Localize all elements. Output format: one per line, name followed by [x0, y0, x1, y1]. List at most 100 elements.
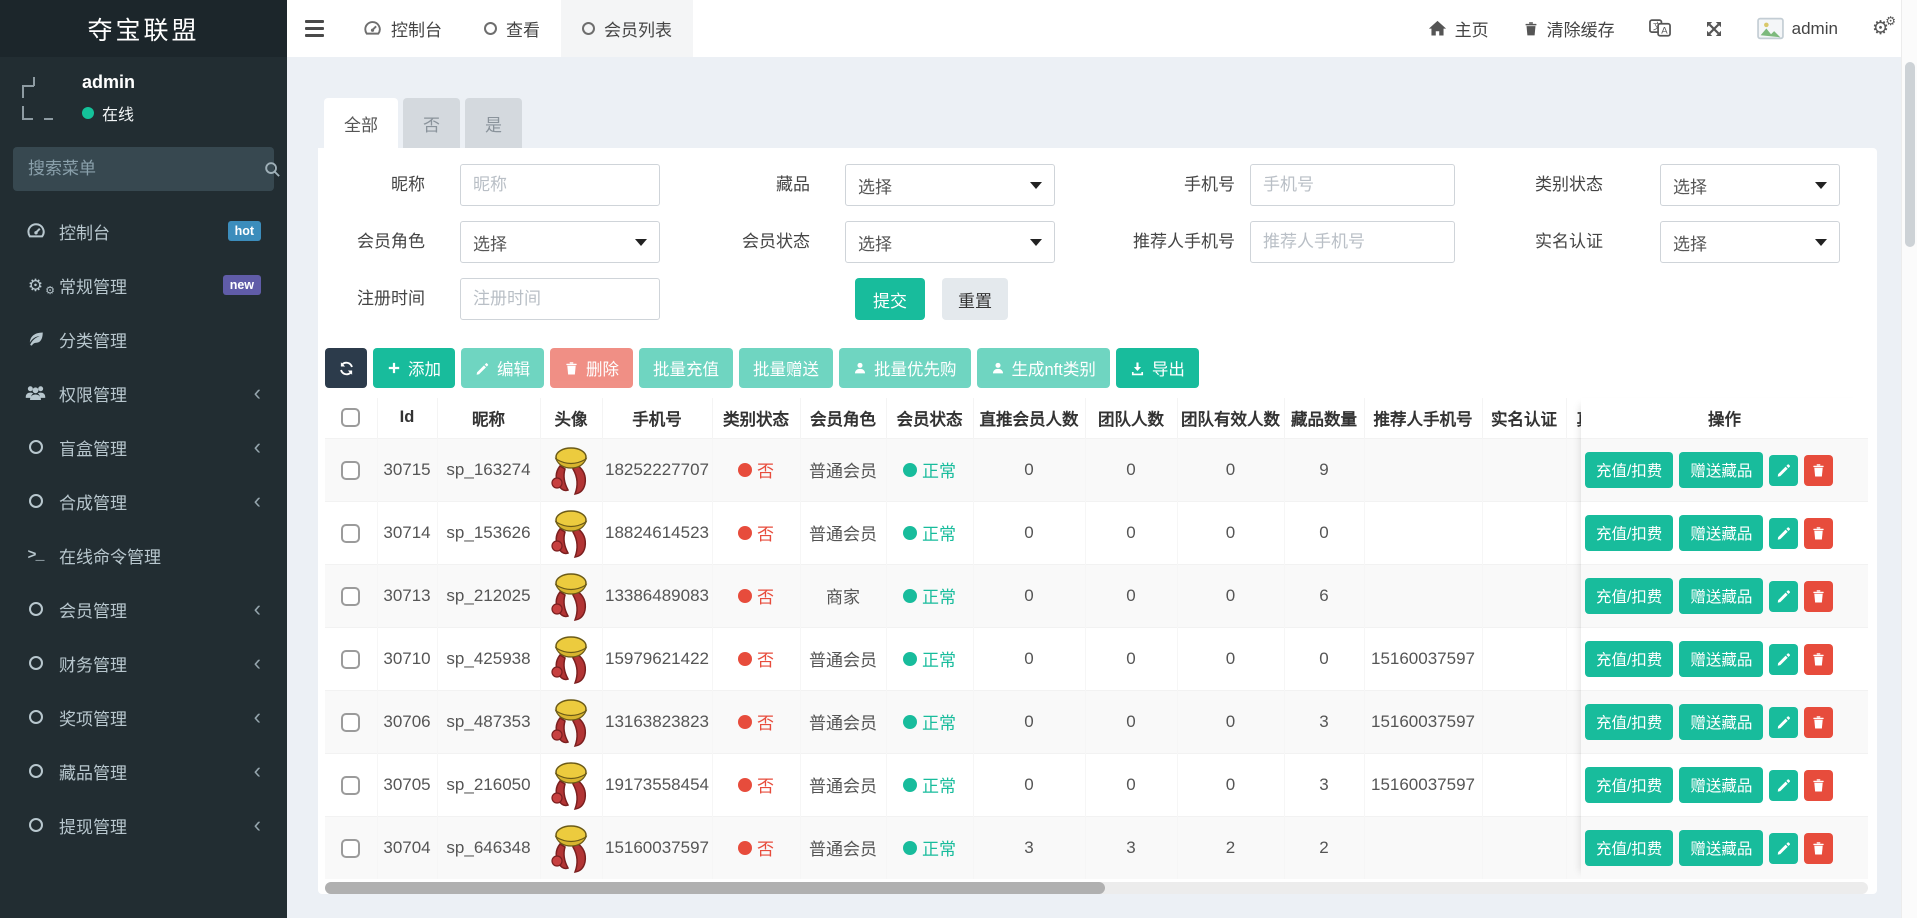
- sidebar-search-input[interactable]: [13, 159, 264, 179]
- row-checkbox[interactable]: [341, 776, 360, 795]
- edit-button[interactable]: 编辑: [461, 348, 544, 388]
- recharge-deduct-button[interactable]: 充值/扣费: [1585, 578, 1673, 614]
- sidebar-item-member[interactable]: 会员管理 ‹: [0, 582, 287, 636]
- sidebar-item-blindbox[interactable]: 盲盒管理 ‹: [0, 420, 287, 474]
- cell-category-status: 否: [712, 501, 800, 564]
- gift-collection-button[interactable]: 赠送藏品: [1679, 578, 1763, 614]
- filter-tab-no[interactable]: 否: [403, 98, 460, 148]
- batch-priority-button[interactable]: 批量优先购: [839, 348, 971, 388]
- gift-collection-button[interactable]: 赠送藏品: [1679, 452, 1763, 488]
- row-checkbox[interactable]: [341, 713, 360, 732]
- phone-input[interactable]: [1250, 164, 1455, 206]
- member-avatar-image[interactable]: [548, 633, 594, 685]
- sidebar-item-synthesis[interactable]: 合成管理 ‹: [0, 474, 287, 528]
- edit-row-button[interactable]: [1769, 644, 1798, 675]
- member-avatar-image[interactable]: [548, 444, 594, 496]
- sidebar-item-label: 提现管理: [59, 813, 127, 838]
- recharge-deduct-button[interactable]: 充值/扣费: [1585, 704, 1673, 740]
- edit-row-button[interactable]: [1769, 770, 1798, 801]
- home-link[interactable]: 主页: [1428, 16, 1489, 41]
- recharge-deduct-button[interactable]: 充值/扣费: [1585, 452, 1673, 488]
- delete-row-button[interactable]: [1804, 770, 1833, 801]
- select-all-checkbox[interactable]: [341, 408, 360, 427]
- generate-nft-button[interactable]: 生成nft类别: [977, 348, 1110, 388]
- settings-button[interactable]: ⚙⚙: [1872, 19, 1889, 38]
- horizontal-scrollbar-thumb[interactable]: [325, 882, 1105, 894]
- member-avatar-image[interactable]: [548, 822, 594, 874]
- sidebar-item-withdraw[interactable]: 提现管理 ‹: [0, 798, 287, 852]
- refresh-button[interactable]: [325, 348, 367, 388]
- row-checkbox[interactable]: [341, 839, 360, 858]
- delete-button[interactable]: 删除: [550, 348, 633, 388]
- nav-tab-view[interactable]: 查看: [463, 0, 561, 57]
- member-role-select[interactable]: 选择: [460, 221, 660, 263]
- row-checkbox[interactable]: [341, 650, 360, 669]
- translate-button[interactable]: 文A: [1649, 19, 1671, 37]
- member-avatar-image[interactable]: [548, 696, 594, 748]
- add-button[interactable]: 添加: [373, 348, 455, 388]
- member-status-select[interactable]: 选择: [845, 221, 1055, 263]
- reset-button[interactable]: 重置: [942, 278, 1008, 320]
- export-button[interactable]: 导出: [1116, 348, 1199, 388]
- gift-collection-button[interactable]: 赠送藏品: [1679, 515, 1763, 551]
- sidebar-item-general[interactable]: ⚙⚙ 常规管理 new: [0, 258, 287, 312]
- cell-team-valid: 0: [1177, 690, 1284, 753]
- delete-row-button[interactable]: [1804, 707, 1833, 738]
- real-name-auth-select[interactable]: 选择: [1660, 221, 1840, 263]
- row-checkbox[interactable]: [341, 461, 360, 480]
- sidebar-item-permission[interactable]: 权限管理 ‹: [0, 366, 287, 420]
- delete-row-button[interactable]: [1804, 581, 1833, 612]
- delete-row-button[interactable]: [1804, 644, 1833, 675]
- register-time-input[interactable]: [460, 278, 660, 320]
- sidebar-item-collection[interactable]: 藏品管理 ‹: [0, 744, 287, 798]
- sidebar-toggle-button[interactable]: [287, 0, 342, 57]
- recharge-deduct-button[interactable]: 充值/扣费: [1585, 641, 1673, 677]
- row-checkbox[interactable]: [341, 587, 360, 606]
- select-value: 选择: [1673, 230, 1707, 255]
- nav-tab-dashboard[interactable]: 控制台: [342, 0, 463, 57]
- edit-row-button[interactable]: [1769, 833, 1798, 864]
- horizontal-scrollbar[interactable]: [325, 882, 1868, 894]
- cell-real-name-auth: [1482, 501, 1566, 564]
- delete-row-button[interactable]: [1804, 518, 1833, 549]
- vertical-scrollbar[interactable]: [1901, 0, 1917, 918]
- row-checkbox[interactable]: [341, 524, 360, 543]
- gift-collection-button[interactable]: 赠送藏品: [1679, 704, 1763, 740]
- nickname-input[interactable]: [460, 164, 660, 206]
- edit-row-button[interactable]: [1769, 518, 1798, 549]
- batch-recharge-button[interactable]: 批量充值: [639, 348, 733, 388]
- fullscreen-button[interactable]: [1705, 20, 1723, 38]
- batch-gift-button[interactable]: 批量赠送: [739, 348, 833, 388]
- category-status-select[interactable]: 选择: [1660, 164, 1840, 206]
- sidebar-item-finance[interactable]: 财务管理 ‹: [0, 636, 287, 690]
- edit-row-button[interactable]: [1769, 581, 1798, 612]
- collection-select[interactable]: 选择: [845, 164, 1055, 206]
- recharge-deduct-button[interactable]: 充值/扣费: [1585, 767, 1673, 803]
- gift-collection-button[interactable]: 赠送藏品: [1679, 641, 1763, 677]
- referrer-phone-input[interactable]: [1250, 221, 1455, 263]
- gift-collection-button[interactable]: 赠送藏品: [1679, 767, 1763, 803]
- nav-tab-member-list[interactable]: 会员列表: [561, 0, 693, 57]
- member-avatar-image[interactable]: [548, 570, 594, 622]
- sidebar-item-online-command[interactable]: >_ 在线命令管理: [0, 528, 287, 582]
- edit-row-button[interactable]: [1769, 707, 1798, 738]
- recharge-deduct-button[interactable]: 充值/扣费: [1585, 830, 1673, 866]
- filter-tab-all[interactable]: 全部: [324, 98, 398, 148]
- filter-tab-yes[interactable]: 是: [465, 98, 522, 148]
- sidebar-item-awards[interactable]: 奖项管理 ‹: [0, 690, 287, 744]
- vertical-scrollbar-thumb[interactable]: [1905, 62, 1915, 247]
- gift-collection-button[interactable]: 赠送藏品: [1679, 830, 1763, 866]
- delete-row-button[interactable]: [1804, 455, 1833, 486]
- edit-row-button[interactable]: [1769, 455, 1798, 486]
- clear-cache-link[interactable]: 清除缓存: [1523, 16, 1615, 41]
- search-icon[interactable]: [264, 161, 281, 178]
- sidebar-item-dashboard[interactable]: 控制台 hot: [0, 204, 287, 258]
- member-avatar-image[interactable]: [548, 759, 594, 811]
- sidebar-item-category[interactable]: 分类管理: [0, 312, 287, 366]
- user-menu[interactable]: admin: [1757, 16, 1838, 41]
- delete-row-button[interactable]: [1804, 833, 1833, 864]
- member-avatar-image[interactable]: [548, 507, 594, 559]
- submit-button[interactable]: 提交: [855, 278, 925, 320]
- recharge-deduct-button[interactable]: 充值/扣费: [1585, 515, 1673, 551]
- cell-team-valid: 0: [1177, 753, 1284, 816]
